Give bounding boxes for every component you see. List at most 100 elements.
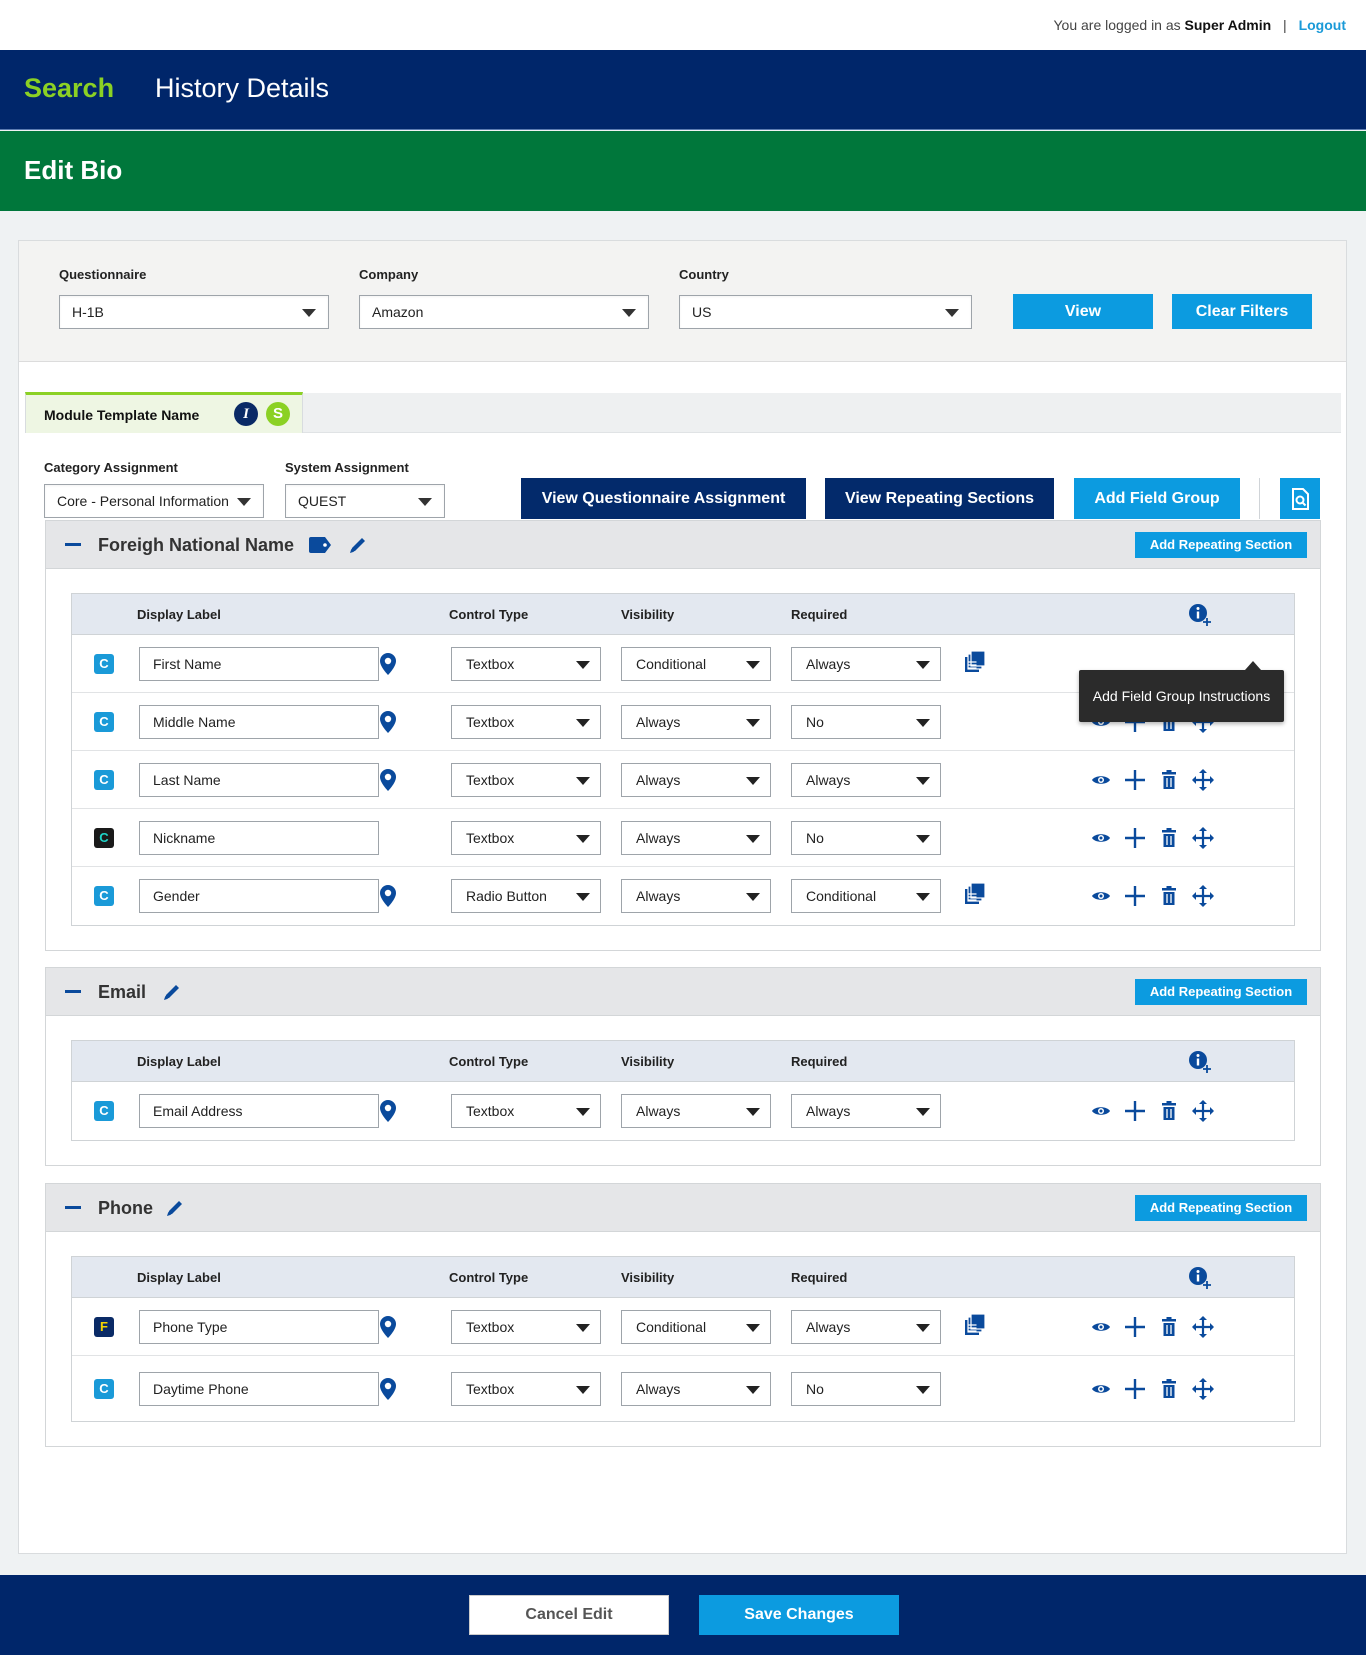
copy-stack-icon[interactable] <box>963 882 987 911</box>
category-assignment-select[interactable]: Core - Personal Information <box>44 484 264 518</box>
tab-module-template[interactable]: Module Template Name I S <box>25 392 303 433</box>
trash-icon[interactable] <box>1161 1317 1177 1342</box>
trash-icon[interactable] <box>1161 828 1177 853</box>
eye-icon[interactable] <box>1091 773 1111 792</box>
pencil-icon[interactable] <box>162 982 182 1007</box>
badge-i[interactable]: I <box>234 402 258 426</box>
required-select[interactable]: Always <box>791 763 941 797</box>
view-repeating-sections-button[interactable]: View Repeating Sections <box>825 478 1054 519</box>
plus-icon[interactable] <box>1124 885 1146 912</box>
location-pin-icon[interactable] <box>378 710 398 739</box>
add-field-group-button[interactable]: Add Field Group <box>1074 478 1240 519</box>
collapse-minus-icon[interactable] <box>65 990 81 993</box>
country-select[interactable]: US <box>679 295 972 329</box>
control-type-select[interactable]: Textbox <box>451 1310 601 1344</box>
company-select[interactable]: Amazon <box>359 295 649 329</box>
required-select[interactable]: Always <box>791 1310 941 1344</box>
control-type-select[interactable]: Textbox <box>451 821 601 855</box>
tag-icon[interactable] <box>308 537 332 558</box>
move-icon[interactable] <box>1192 885 1214 912</box>
move-icon[interactable] <box>1192 1100 1214 1127</box>
visibility-select[interactable]: Always <box>621 763 771 797</box>
control-type-select[interactable]: Radio Button <box>451 879 601 913</box>
field-type-badge: C <box>94 1101 114 1121</box>
visibility-select[interactable]: Always <box>621 1372 771 1406</box>
plus-icon[interactable] <box>1124 1316 1146 1343</box>
trash-icon[interactable] <box>1161 886 1177 911</box>
display-label-input[interactable]: Gender <box>139 879 379 913</box>
location-pin-icon[interactable] <box>378 1315 398 1344</box>
location-pin-icon[interactable] <box>378 884 398 913</box>
location-pin-icon[interactable] <box>378 652 398 681</box>
location-pin-icon[interactable] <box>378 768 398 797</box>
display-label-input[interactable]: Daytime Phone <box>139 1372 379 1406</box>
visibility-select[interactable]: Conditional <box>621 647 771 681</box>
copy-stack-icon[interactable] <box>963 650 987 679</box>
move-icon[interactable] <box>1192 1316 1214 1343</box>
info-plus-icon[interactable] <box>1188 1050 1212 1077</box>
plus-icon[interactable] <box>1124 827 1146 854</box>
clear-filters-button[interactable]: Clear Filters <box>1172 294 1312 329</box>
logout-link[interactable]: Logout <box>1299 17 1346 33</box>
visibility-select[interactable]: Always <box>621 821 771 855</box>
document-search-button[interactable] <box>1280 478 1320 519</box>
trash-icon[interactable] <box>1161 1101 1177 1126</box>
questionnaire-select[interactable]: H-1B <box>59 295 329 329</box>
control-type-select[interactable]: Textbox <box>451 763 601 797</box>
visibility-select[interactable]: Always <box>621 705 771 739</box>
system-assignment-select[interactable]: QUEST <box>285 484 445 518</box>
info-plus-icon[interactable] <box>1188 603 1212 630</box>
required-select[interactable]: Conditional <box>791 879 941 913</box>
eye-icon[interactable] <box>1091 1320 1111 1339</box>
display-label-input[interactable]: Phone Type <box>139 1310 379 1344</box>
copy-stack-icon[interactable] <box>963 1313 987 1342</box>
required-select[interactable]: Always <box>791 1094 941 1128</box>
eye-icon[interactable] <box>1091 1382 1111 1401</box>
required-select[interactable]: No <box>791 1372 941 1406</box>
move-icon[interactable] <box>1192 1378 1214 1405</box>
move-icon[interactable] <box>1192 827 1214 854</box>
required-select[interactable]: No <box>791 821 941 855</box>
visibility-select[interactable]: Always <box>621 879 771 913</box>
display-label-input[interactable]: First Name <box>139 647 379 681</box>
add-repeating-section-button[interactable]: Add Repeating Section <box>1135 1195 1307 1221</box>
cancel-edit-button[interactable]: Cancel Edit <box>469 1595 669 1635</box>
required-select[interactable]: Always <box>791 647 941 681</box>
plus-icon[interactable] <box>1124 1100 1146 1127</box>
move-icon[interactable] <box>1192 769 1214 796</box>
nav-history-details[interactable]: History Details <box>155 73 329 104</box>
pencil-icon[interactable] <box>165 1198 185 1223</box>
save-changes-button[interactable]: Save Changes <box>699 1595 899 1635</box>
eye-icon[interactable] <box>1091 831 1111 850</box>
eye-icon[interactable] <box>1091 1104 1111 1123</box>
display-label-input[interactable]: Nickname <box>139 821 379 855</box>
collapse-minus-icon[interactable] <box>65 543 81 546</box>
view-questionnaire-assignment-button[interactable]: View Questionnaire Assignment <box>521 478 806 519</box>
badge-s[interactable]: S <box>266 402 290 426</box>
location-pin-icon[interactable] <box>378 1377 398 1406</box>
eye-icon[interactable] <box>1091 889 1111 908</box>
plus-icon[interactable] <box>1124 769 1146 796</box>
nav-search[interactable]: Search <box>24 73 114 104</box>
visibility-select[interactable]: Conditional <box>621 1310 771 1344</box>
required-select[interactable]: No <box>791 705 941 739</box>
control-type-select[interactable]: Textbox <box>451 1094 601 1128</box>
control-type-select[interactable]: Textbox <box>451 705 601 739</box>
control-type-select[interactable]: Textbox <box>451 647 601 681</box>
display-label-input[interactable]: Middle Name <box>139 705 379 739</box>
display-label-input[interactable]: Last Name <box>139 763 379 797</box>
plus-icon[interactable] <box>1124 1378 1146 1405</box>
visibility-select[interactable]: Always <box>621 1094 771 1128</box>
add-repeating-section-button[interactable]: Add Repeating Section <box>1135 532 1307 558</box>
control-type-select[interactable]: Textbox <box>451 1372 601 1406</box>
add-repeating-section-button[interactable]: Add Repeating Section <box>1135 979 1307 1005</box>
info-plus-icon[interactable] <box>1188 1266 1212 1293</box>
location-pin-icon[interactable] <box>378 1099 398 1128</box>
view-button[interactable]: View <box>1013 294 1153 329</box>
pencil-icon[interactable] <box>348 535 368 560</box>
filter-bar: Questionnaire H-1B Company Amazon Countr… <box>19 241 1346 362</box>
trash-icon[interactable] <box>1161 770 1177 795</box>
collapse-minus-icon[interactable] <box>65 1206 81 1209</box>
display-label-input[interactable]: Email Address <box>139 1094 379 1128</box>
trash-icon[interactable] <box>1161 1379 1177 1404</box>
